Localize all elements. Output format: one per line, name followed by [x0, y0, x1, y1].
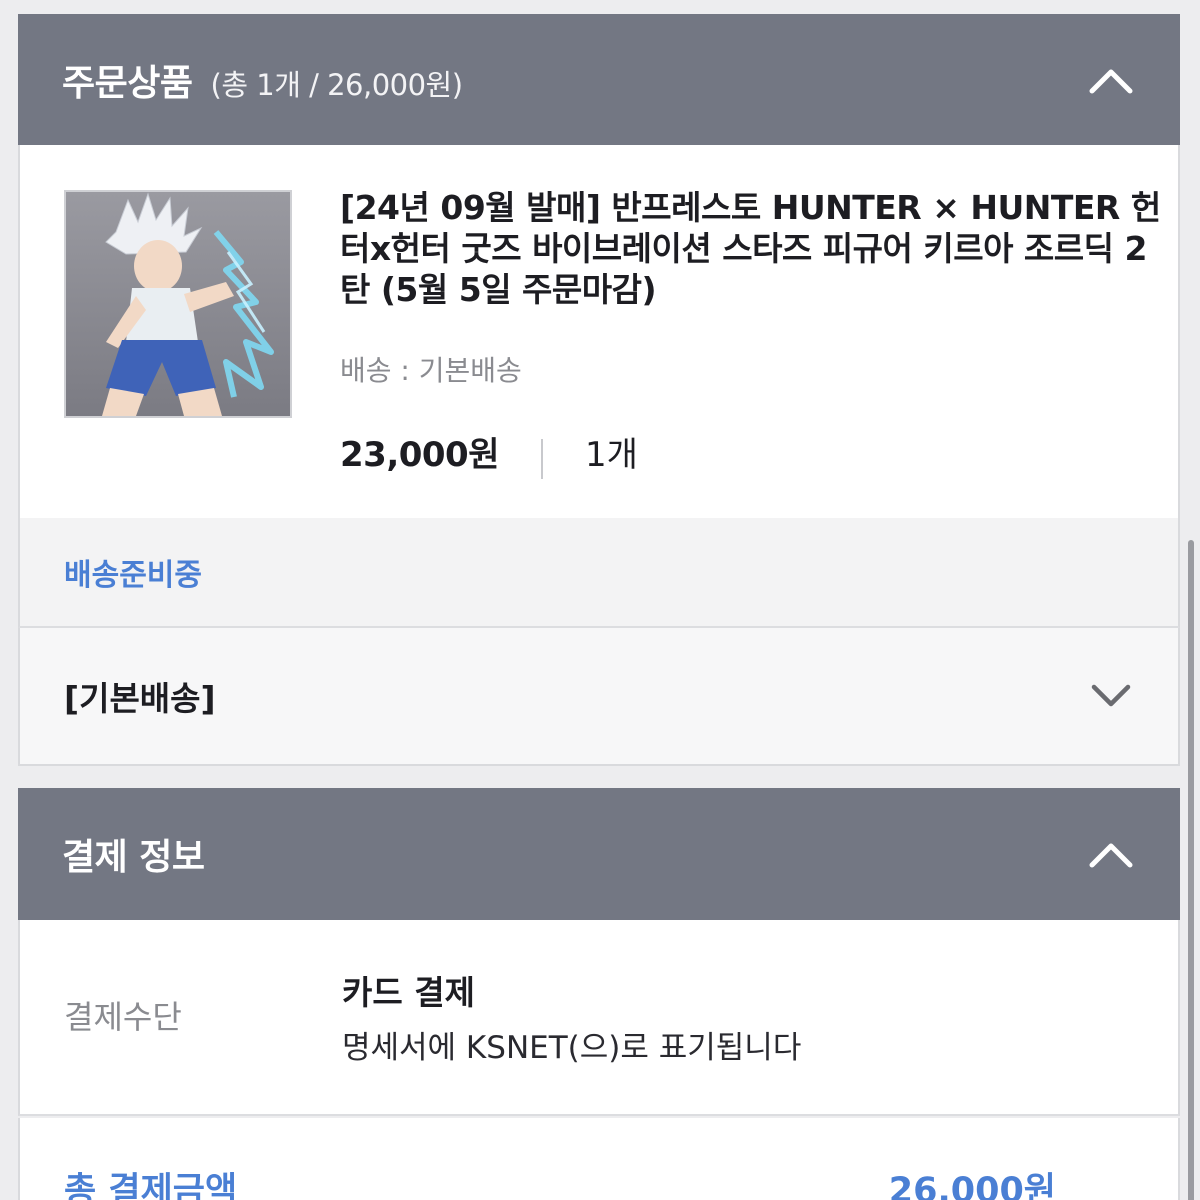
- payment-info-header[interactable]: 결제 정보: [18, 788, 1180, 920]
- payment-info-title: 결제 정보: [62, 837, 205, 878]
- chevron-up-icon[interactable]: [1088, 839, 1134, 869]
- product-quantity: 1개: [584, 434, 638, 475]
- payment-method-label: 결제수단: [64, 998, 182, 1036]
- order-status-bar: 배송준비중: [18, 518, 1180, 628]
- figure-image: [66, 192, 290, 416]
- product-price: 23,000원: [340, 434, 499, 475]
- scrollbar[interactable]: [1188, 540, 1194, 1200]
- total-payment-row: 총 결제금액 26,000원: [18, 1118, 1180, 1200]
- price-quantity-row: 23,000원 1개: [340, 429, 638, 479]
- shipping-method-label: [기본배송]: [64, 679, 216, 718]
- order-items-summary: (총 1개 / 26,000원): [210, 68, 464, 102]
- chevron-down-icon[interactable]: [1090, 683, 1132, 709]
- order-detail-screen: 주문상품 (총 1개 / 26,000원) [24년 09월 발매] 반프레스토…: [0, 0, 1200, 1200]
- product-thumbnail[interactable]: [64, 190, 292, 418]
- order-status: 배송준비중: [64, 558, 202, 593]
- order-items-title: 주문상품 (총 1개 / 26,000원): [62, 54, 463, 106]
- total-payment-amount: 26,000원: [888, 1171, 1056, 1200]
- payment-details: 결제수단 카드 결제 명세서에 KSNET(으)로 표기됩니다: [18, 920, 1180, 1116]
- product-name[interactable]: [24년 09월 발매] 반프레스토 HUNTER × HUNTER 헌터x헌터…: [340, 187, 1170, 310]
- shipping-method-row[interactable]: [기본배송]: [18, 628, 1180, 766]
- payment-method: 카드 결제: [342, 973, 475, 1012]
- payment-method-note: 명세서에 KSNET(으)로 표기됩니다: [342, 1030, 802, 1066]
- order-items-title-text: 주문상품: [62, 63, 193, 104]
- price-divider: [540, 439, 543, 479]
- total-payment-label: 총 결제금액: [64, 1171, 238, 1200]
- order-items-header[interactable]: 주문상품 (총 1개 / 26,000원): [18, 14, 1180, 146]
- chevron-up-icon[interactable]: [1088, 65, 1134, 95]
- product-shipping-type: 배송 : 기본배송: [340, 354, 522, 387]
- product-card: [24년 09월 발매] 반프레스토 HUNTER × HUNTER 헌터x헌터…: [18, 145, 1180, 518]
